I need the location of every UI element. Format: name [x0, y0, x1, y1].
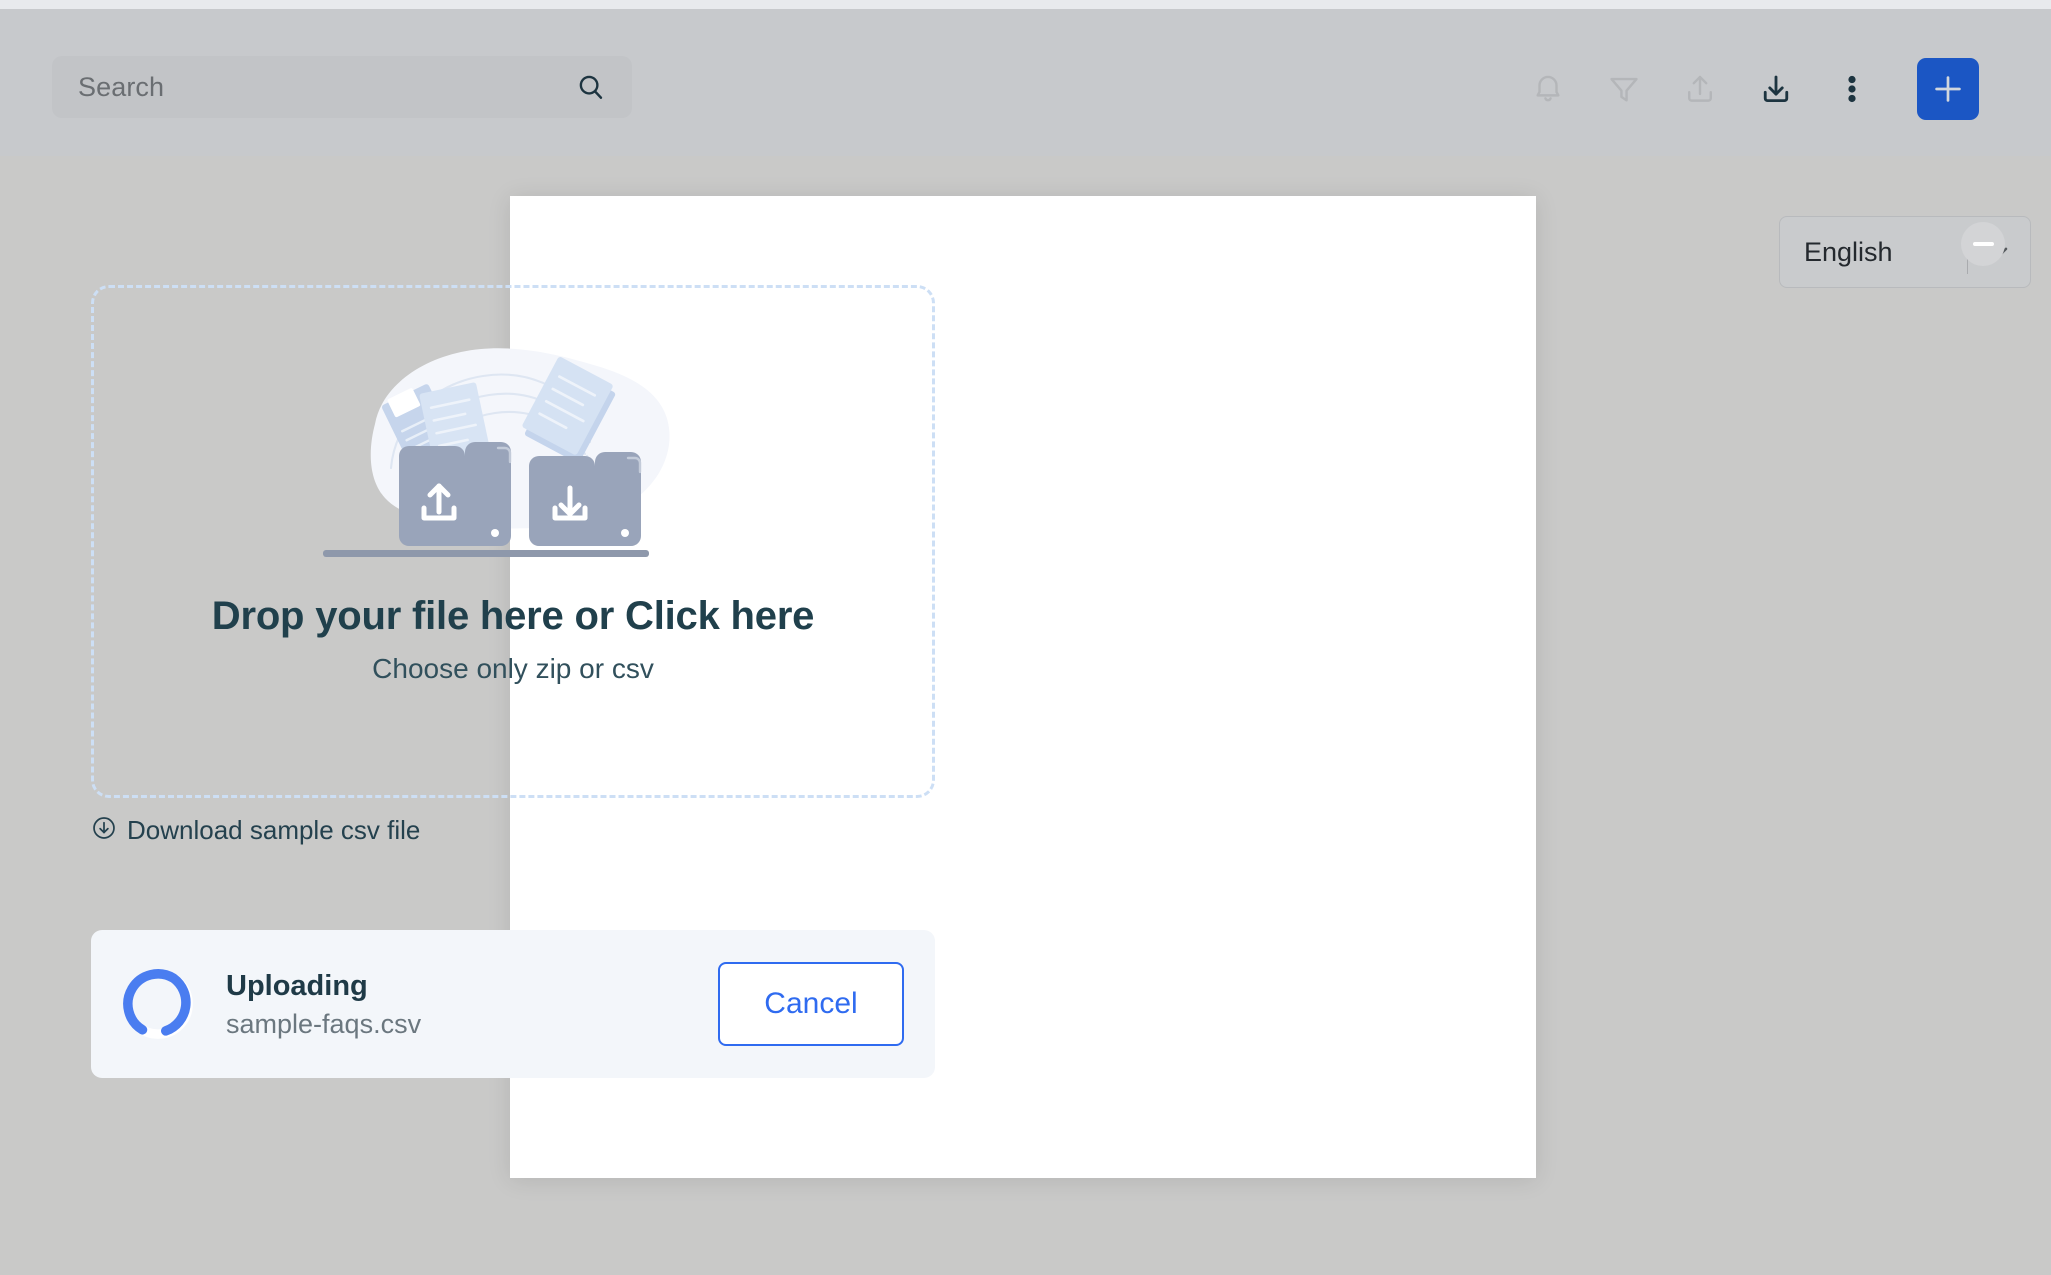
add-button[interactable] [1917, 58, 1979, 120]
file-dropzone[interactable]: Drop your file here or Click here Choose… [91, 285, 935, 798]
file-transfer-illustration [323, 328, 703, 570]
download-icon[interactable] [1755, 68, 1797, 110]
minimize-modal-button[interactable] [1961, 222, 2005, 266]
dropzone-title: Drop your file here or Click here [211, 594, 815, 638]
header-action-icons [1527, 55, 1979, 123]
search-icon[interactable] [576, 72, 606, 102]
language-selector-value: English [1804, 236, 1893, 267]
top-strip [0, 0, 2051, 9]
download-sample-csv-label: Download sample csv file [127, 815, 421, 845]
upload-filename: sample-faqs.csv [226, 1009, 422, 1040]
upload-status-card: Uploading sample-faqs.csv Cancel [91, 930, 935, 1078]
more-vertical-icon[interactable] [1831, 68, 1873, 110]
upload-state-label: Uploading [226, 969, 368, 1002]
loading-spinner-icon [120, 966, 196, 1042]
minus-icon [1972, 242, 1994, 246]
notification-bell-icon[interactable] [1527, 68, 1569, 110]
upload-icon[interactable] [1679, 68, 1721, 110]
filter-funnel-icon[interactable] [1603, 68, 1645, 110]
search-box[interactable]: Search [52, 56, 632, 118]
download-sample-csv-link[interactable]: Download sample csv file [91, 815, 420, 846]
dropzone-subtitle: Choose only zip or csv [372, 653, 654, 684]
download-circle-icon [91, 815, 117, 846]
cancel-upload-button[interactable]: Cancel [718, 962, 904, 1046]
search-input[interactable]: Search [78, 72, 576, 103]
upload-status-texts: Uploading sample-faqs.csv [226, 968, 718, 1040]
